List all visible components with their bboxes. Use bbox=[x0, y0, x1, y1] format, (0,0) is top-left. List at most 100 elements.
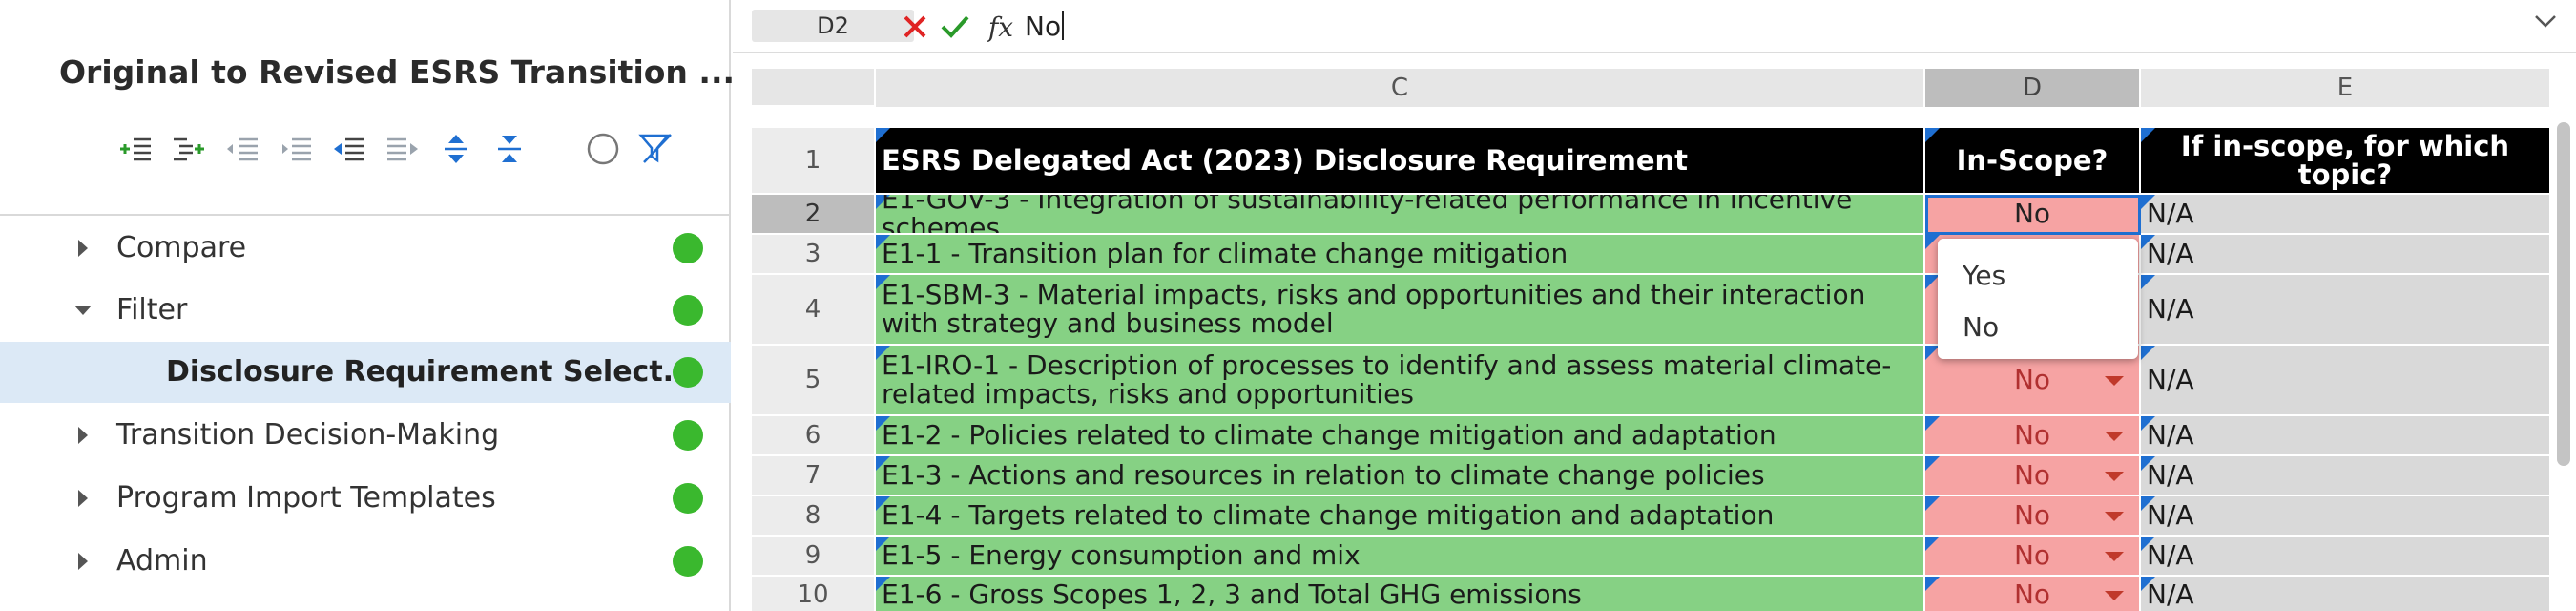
corner-header[interactable] bbox=[752, 69, 874, 107]
cell-text: No bbox=[2013, 579, 2051, 610]
disclosure-requirement-cell[interactable]: E1-3 - Actions and resources in relation… bbox=[876, 456, 1925, 496]
disclosure-requirement-cell[interactable]: E1-SBM-3 - Material impacts, risks and o… bbox=[876, 275, 1925, 346]
caret-right-icon[interactable] bbox=[69, 218, 97, 279]
dropdown-arrow-icon[interactable] bbox=[2105, 472, 2124, 481]
comment-marker-icon bbox=[1925, 128, 1940, 142]
cell-text: N/A bbox=[2147, 293, 2194, 325]
row-header[interactable]: 4 bbox=[752, 275, 874, 346]
sidebar-item-transition-decision-making[interactable]: Transition Decision-Making bbox=[0, 405, 731, 466]
comment-marker-icon bbox=[2141, 346, 2155, 360]
caret-right-icon[interactable] bbox=[69, 531, 97, 592]
move-left-icon[interactable] bbox=[328, 126, 370, 172]
in-scope-cell[interactable]: No bbox=[1925, 577, 2141, 611]
topic-cell[interactable]: N/A bbox=[2141, 275, 2551, 346]
disclosure-requirement-cell[interactable]: E1-2 - Policies related to climate chang… bbox=[876, 416, 1925, 456]
cell-text: E1-3 - Actions and resources in relation… bbox=[882, 459, 1765, 491]
move-right-icon[interactable] bbox=[382, 126, 424, 172]
in-scope-cell[interactable]: No bbox=[1925, 416, 2141, 456]
status-dot bbox=[673, 295, 703, 326]
dropdown-option-no[interactable]: No bbox=[1963, 311, 1999, 343]
dropdown-option-yes[interactable]: Yes bbox=[1963, 260, 2005, 291]
dropdown-arrow-icon[interactable] bbox=[2105, 376, 2124, 386]
spreadsheet-grid: C D E 1 ESRS Delegated Act (2023) Disclos… bbox=[733, 53, 2576, 611]
disclosure-requirement-cell[interactable]: E1-4 - Targets related to climate change… bbox=[876, 496, 1925, 537]
collapse-all-icon[interactable] bbox=[488, 126, 530, 172]
in-scope-cell[interactable]: No bbox=[1925, 456, 2141, 496]
header-cell-in-scope[interactable]: In-Scope? bbox=[1925, 128, 2141, 195]
topic-cell[interactable]: N/A bbox=[2141, 195, 2551, 235]
cell-text: N/A bbox=[2147, 579, 2194, 610]
row-header[interactable]: 6 bbox=[752, 416, 874, 456]
in-scope-cell[interactable]: No bbox=[1925, 195, 2141, 235]
topic-cell[interactable]: N/A bbox=[2141, 235, 2551, 275]
cell-text: N/A bbox=[2147, 198, 2194, 229]
sidebar-item-program-import-templates[interactable]: Program Import Templates bbox=[0, 468, 731, 529]
vertical-scrollbar[interactable] bbox=[2557, 122, 2570, 466]
caret-right-icon[interactable] bbox=[69, 405, 97, 466]
caret-right-icon[interactable] bbox=[69, 468, 97, 529]
topic-cell[interactable]: N/A bbox=[2141, 537, 2551, 577]
disclosure-requirement-cell[interactable]: E1-IRO-1 - Description of processes to i… bbox=[876, 346, 1925, 416]
dropdown-arrow-icon[interactable] bbox=[2105, 591, 2124, 600]
topic-cell[interactable]: N/A bbox=[2141, 346, 2551, 416]
sidebar-divider bbox=[0, 214, 731, 216]
workbook-title: Original to Revised ESRS Transition ... bbox=[59, 53, 736, 91]
row-header[interactable]: 9 bbox=[752, 537, 874, 577]
disclosure-requirement-cell[interactable]: E1-1 - Transition plan for climate chang… bbox=[876, 235, 1925, 275]
cell-text: N/A bbox=[2147, 459, 2194, 491]
disclosure-requirement-cell[interactable]: E1-GOV-3 - Integration of sustainability… bbox=[876, 195, 1925, 235]
sidebar-item-admin[interactable]: Admin bbox=[0, 531, 731, 592]
expand-all-icon[interactable] bbox=[435, 126, 477, 172]
sidebar-item-label: Filter bbox=[116, 293, 188, 327]
topic-cell[interactable]: N/A bbox=[2141, 416, 2551, 456]
dropdown-arrow-icon[interactable] bbox=[2105, 552, 2124, 561]
row-header[interactable]: 3 bbox=[752, 235, 874, 275]
column-header-e[interactable]: E bbox=[2141, 69, 2551, 107]
dropdown-arrow-icon[interactable] bbox=[2105, 512, 2124, 521]
topic-cell[interactable]: N/A bbox=[2141, 496, 2551, 537]
column-header-d[interactable]: D bbox=[1925, 69, 2141, 107]
add-row-icon[interactable] bbox=[114, 126, 156, 172]
cell-text: E1-SBM-3 - Material impacts, risks and o… bbox=[882, 279, 1866, 339]
comment-marker-icon bbox=[2141, 275, 2155, 289]
cell-text: If in-scope, for which topic? bbox=[2180, 130, 2510, 191]
indent-icon[interactable] bbox=[221, 126, 263, 172]
column-header-c[interactable]: C bbox=[876, 69, 1925, 107]
sidebar-item-label: Compare bbox=[116, 231, 247, 264]
sidebar-item-label: Program Import Templates bbox=[116, 481, 496, 515]
cell-text: E1-2 - Policies related to climate chang… bbox=[882, 419, 1776, 451]
filter-clear-icon[interactable] bbox=[635, 126, 677, 172]
sidebar-item-label: Disclosure Requirement Select... bbox=[166, 355, 696, 389]
in-scope-cell[interactable]: No bbox=[1925, 537, 2141, 577]
in-scope-cell[interactable]: No bbox=[1925, 496, 2141, 537]
row-header[interactable]: 1 bbox=[752, 128, 874, 195]
cell-reference-box[interactable]: D2 bbox=[752, 10, 914, 42]
row-header[interactable]: 10 bbox=[752, 577, 874, 611]
sidebar-item-filter[interactable]: Filter bbox=[0, 280, 731, 341]
circle-icon[interactable] bbox=[582, 126, 624, 172]
topic-cell[interactable]: N/A bbox=[2141, 456, 2551, 496]
formula-input[interactable]: No bbox=[1025, 6, 2456, 46]
outdent-icon[interactable] bbox=[275, 126, 317, 172]
confirm-icon[interactable] bbox=[931, 8, 979, 46]
sidebar-item-disclosure-requirement-select[interactable]: Disclosure Requirement Select... bbox=[0, 342, 731, 403]
topic-cell[interactable]: N/A bbox=[2141, 577, 2551, 611]
disclosure-requirement-cell[interactable]: E1-5 - Energy consumption and mix bbox=[876, 537, 1925, 577]
cell-text: E1-1 - Transition plan for climate chang… bbox=[882, 238, 1568, 269]
header-cell-topic[interactable]: If in-scope, for which topic? bbox=[2141, 128, 2551, 195]
sidebar-item-compare[interactable]: Compare bbox=[0, 218, 731, 279]
row-header[interactable]: 5 bbox=[752, 346, 874, 416]
dropdown-arrow-icon[interactable] bbox=[2105, 432, 2124, 441]
row-header[interactable]: 2 bbox=[752, 195, 874, 235]
caret-down-icon[interactable] bbox=[69, 280, 97, 341]
row-header[interactable]: 8 bbox=[752, 496, 874, 537]
header-cell-disclosure-requirement[interactable]: ESRS Delegated Act (2023) Disclosure Req… bbox=[876, 128, 1925, 195]
add-child-row-icon[interactable] bbox=[168, 126, 210, 172]
disclosure-requirement-cell[interactable]: E1-6 - Gross Scopes 1, 2, 3 and Total GH… bbox=[876, 577, 1925, 611]
cell-text: ESRS Delegated Act (2023) Disclosure Req… bbox=[882, 144, 1688, 177]
cell-text: E1-5 - Energy consumption and mix bbox=[882, 539, 1361, 571]
function-icon[interactable]: fx bbox=[977, 8, 1025, 46]
row-header[interactable]: 7 bbox=[752, 456, 874, 496]
chevron-down-icon[interactable] bbox=[2534, 13, 2557, 32]
app-root: Original to Revised ESRS Transition ... bbox=[0, 0, 2576, 611]
